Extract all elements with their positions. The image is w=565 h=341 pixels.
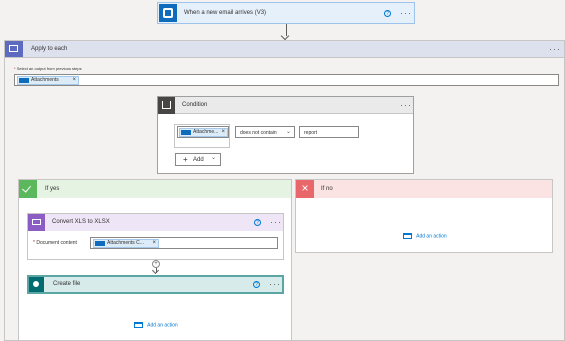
convert-header[interactable]: Convert XLS to XLSX ? ··· [28,214,283,231]
document-content-label-text: Document content [36,240,77,246]
if-yes-add-action[interactable]: Add an action [134,322,178,328]
condition-value-input[interactable]: report [299,126,359,138]
more-icon[interactable]: ··· [270,218,282,227]
condition-title: Condition [182,102,208,108]
close-icon: × [296,180,314,198]
outlook-icon [95,241,105,246]
connector-arrowhead [280,31,290,41]
condition-add-label: Add [193,157,204,163]
add-action-icon [134,322,143,328]
if-yes-header[interactable]: If yes [19,180,291,198]
create-file-title: Create file [53,281,81,287]
condition-header[interactable]: Condition ··· [158,97,413,114]
if-no-add-action[interactable]: Add an action [403,233,447,239]
convert-title: Convert XLS to XLSX [52,219,110,225]
condition-left-operand[interactable]: Attachme... × [177,126,229,138]
select-output-label: * Select an output from previous steps [14,66,82,71]
attachments-token-label: Attachments [31,77,59,83]
close-icon[interactable]: × [72,77,76,84]
help-icon[interactable]: ? [254,219,261,226]
apply-to-each-header[interactable]: Apply to each ··· [4,40,565,58]
required-mark: * [14,66,16,71]
condition-add-button[interactable]: + Add ⌄ [175,153,221,166]
if-no-header[interactable]: × If no [296,180,552,198]
plus-icon: + [183,155,188,164]
if-yes-branch: If yes Convert XLS to XLSX ? ··· * Docum… [18,179,292,341]
more-icon[interactable]: ··· [269,280,281,289]
connector-arrowhead [151,266,160,275]
condition-value: report [304,130,318,136]
more-icon[interactable]: ··· [549,45,561,54]
encodian-icon [28,214,45,231]
close-icon[interactable]: × [152,240,156,247]
select-output-input[interactable]: Attachments × [14,74,559,86]
document-content-input[interactable]: Attachments C... × [90,237,278,249]
condition-icon [158,97,175,114]
outlook-icon [181,130,191,135]
attachments-token[interactable]: Attachme... × [179,128,228,137]
condition-operator: does not contain [240,130,277,136]
if-yes-title: If yes [45,186,60,192]
help-icon[interactable]: ? [384,10,391,17]
if-no-branch: × If no Add an action [295,179,553,253]
attachments-token[interactable]: Attachments × [17,76,79,85]
help-icon[interactable]: ? [253,281,260,288]
chevron-down-icon: ⌄ [211,155,217,161]
attachments-content-token-label: Attachments C... [107,240,144,246]
chevron-down-icon: ⌄ [285,129,291,135]
trigger-card[interactable]: When a new email arrives (V3) ? ··· [157,2,415,24]
condition-operator-select[interactable]: does not contain ⌄ [235,126,295,138]
sharepoint-icon [29,277,44,292]
more-icon[interactable]: ··· [400,101,412,110]
select-output-label-text: Select an output from previous steps [16,66,82,71]
if-no-add-action-label: Add an action [416,233,447,240]
required-mark: * [33,240,35,246]
trigger-title: When a new email arrives (V3) [184,10,267,16]
loop-icon [5,41,23,57]
more-icon[interactable]: ··· [400,9,412,18]
document-content-label: * Document content [33,240,77,246]
condition-card: Condition ··· Attachme... × does not con… [157,96,414,174]
close-icon[interactable]: × [221,129,225,136]
attachments-content-token[interactable]: Attachments C... × [93,239,159,248]
outlook-icon [19,78,29,83]
create-file-card[interactable]: Create file ? ··· [27,275,284,294]
outlook-icon [159,4,177,22]
check-icon [19,180,37,198]
if-yes-add-action-label: Add an action [147,322,178,329]
condition-left-token-label: Attachme... [193,129,219,135]
apply-to-each-title: Apply to each [31,46,68,52]
add-action-icon [403,233,412,239]
convert-card: Convert XLS to XLSX ? ··· * Document con… [27,213,284,260]
if-no-title: If no [321,186,333,192]
